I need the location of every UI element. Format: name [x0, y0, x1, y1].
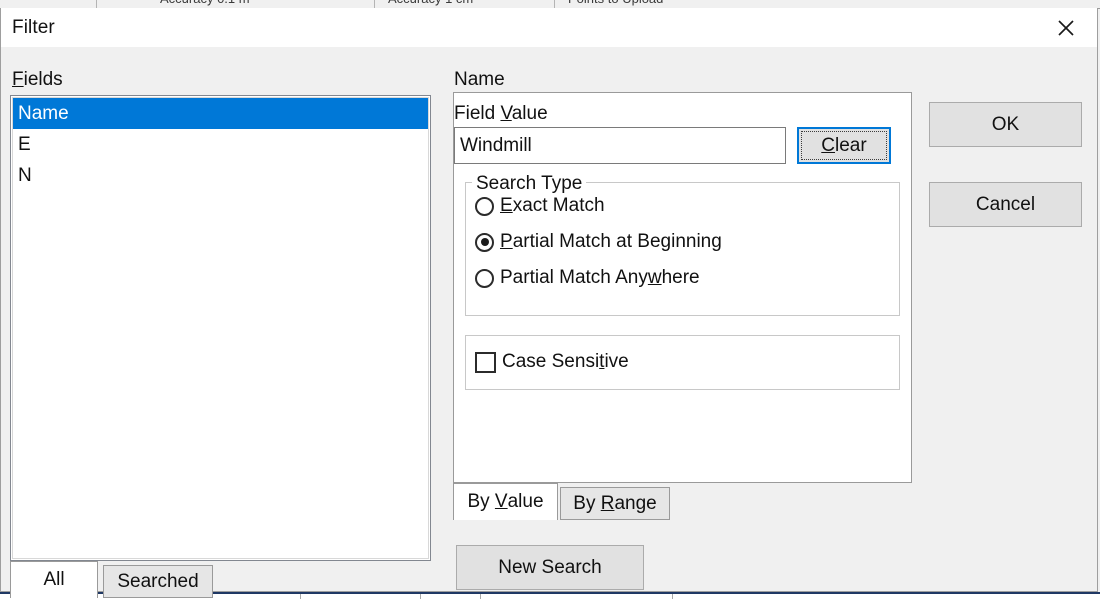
- tab-by-value-accel: V: [494, 491, 508, 512]
- tab-by-range[interactable]: By Range: [560, 487, 670, 520]
- radio-exact-match-accel: E: [500, 195, 513, 216]
- background-bottom-separator: [480, 594, 481, 599]
- background-header-text-1: Accuracy 0.1 m: [160, 0, 250, 6]
- tab-by-value-pre: By: [467, 491, 495, 512]
- radio-partial-match-beginning[interactable]: Partial Match at Beginning: [475, 226, 722, 258]
- clear-button-label: Clear: [821, 134, 867, 156]
- case-sensitive-label: Case Sensitive: [502, 351, 629, 372]
- case-sensitive-accel: t: [599, 351, 605, 372]
- tab-by-range-rest: ange: [614, 492, 657, 514]
- list-item[interactable]: E: [13, 129, 428, 160]
- radio-partial-match-anywhere-label: Partial Match Anywhere: [500, 267, 700, 288]
- background-header-text-3: Points to Upload: [568, 0, 663, 6]
- field-value-label: Field Value: [454, 103, 548, 125]
- clear-button-accel: C: [821, 134, 836, 156]
- background-header-text-2: Accuracy 1 cm: [388, 0, 473, 6]
- checkbox-icon: [475, 351, 496, 373]
- tab-by-value-rest: alue: [507, 491, 544, 512]
- background-column-separator: [554, 0, 555, 8]
- background-column-separator: [374, 0, 375, 8]
- fields-listbox-inner: Name E N: [12, 97, 429, 559]
- tab-by-range-accel: R: [600, 492, 615, 514]
- field-value-label-rest: alue: [511, 103, 548, 124]
- background-column-separator: [96, 0, 97, 8]
- list-item[interactable]: N: [13, 160, 428, 191]
- clear-button[interactable]: Clear: [797, 127, 891, 164]
- close-icon[interactable]: [1035, 8, 1097, 47]
- tab-by-range-pre: By: [573, 492, 601, 514]
- background-bottom-separator: [672, 594, 673, 599]
- value-tabstrip: By Value By Range: [453, 483, 912, 523]
- checkbox-case-sensitive[interactable]: Case Sensitive: [475, 346, 629, 378]
- radio-partial-beginning-accel: P: [500, 231, 513, 252]
- filter-dialog: Filter Fields Name E N All Searched Name…: [0, 8, 1098, 598]
- radio-exact-match-label: Exact Match: [500, 195, 605, 216]
- radio-icon: [475, 196, 494, 216]
- dialog-titlebar: Filter: [1, 8, 1097, 47]
- radio-exact-match[interactable]: Exact Match: [475, 190, 605, 222]
- field-value-input[interactable]: [454, 127, 786, 164]
- new-search-button[interactable]: New Search: [456, 545, 644, 590]
- cancel-button[interactable]: Cancel: [929, 182, 1082, 227]
- radio-partial-match-anywhere[interactable]: Partial Match Anywhere: [475, 262, 700, 294]
- dialog-title: Filter: [12, 17, 55, 38]
- radio-partial-match-beginning-label: Partial Match at Beginning: [500, 231, 722, 252]
- field-value-label-accel: V: [500, 103, 512, 124]
- dialog-body: Fields Name E N All Searched Name Field …: [1, 47, 1097, 598]
- tab-all[interactable]: All: [10, 561, 98, 598]
- radio-icon: [475, 268, 494, 288]
- fields-label-accel: F: [12, 69, 24, 90]
- radio-icon-selected: [475, 232, 494, 252]
- fields-label-rest: ields: [23, 69, 63, 90]
- tab-by-value[interactable]: By Value: [453, 483, 558, 520]
- name-panel-label: Name: [454, 69, 505, 90]
- fields-tabstrip: All Searched: [10, 561, 431, 598]
- list-item[interactable]: Name: [13, 98, 428, 129]
- fields-listbox[interactable]: Name E N: [10, 95, 431, 561]
- fields-label: Fields: [12, 69, 63, 91]
- ok-button[interactable]: OK: [929, 102, 1082, 147]
- radio-partial-anywhere-accel: w: [647, 267, 662, 288]
- field-value-label-pre: Field: [454, 103, 501, 124]
- tab-searched[interactable]: Searched: [103, 565, 213, 598]
